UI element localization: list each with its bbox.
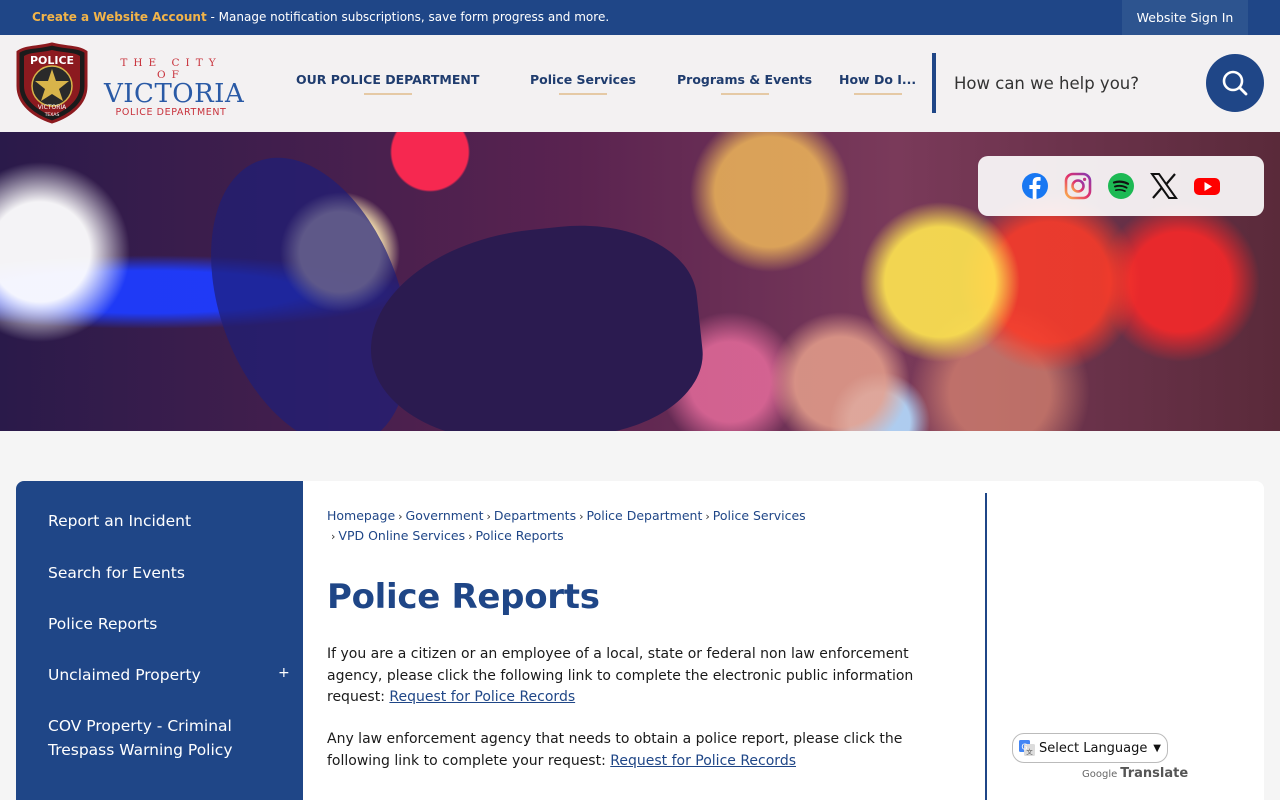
site-header: POLICE VICTORIA TEXAS THE CITY OF VICTOR… xyxy=(0,35,1280,132)
city-logo-line1: THE CITY OF xyxy=(120,57,222,81)
breadcrumb-separator-icon: › xyxy=(486,510,491,523)
sidebar-item-unclaimed-property[interactable]: Unclaimed Property xyxy=(48,663,278,687)
breadcrumb-government[interactable]: Government xyxy=(406,508,484,523)
sidebar-item-police-reports[interactable]: Police Reports xyxy=(48,612,278,636)
spotify-icon[interactable] xyxy=(1107,172,1135,200)
nav-police-services[interactable]: Police Services xyxy=(530,72,636,95)
breadcrumb: Homepage › Government › Departments › Police D… xyxy=(327,506,887,546)
breadcrumb-separator-icon: › xyxy=(705,510,710,523)
nav-how-do-i[interactable]: How Do I... xyxy=(839,72,916,95)
powered-by-google: Google Translate xyxy=(1082,766,1188,781)
expand-unclaimed-property-icon[interactable]: + xyxy=(278,665,290,681)
breadcrumb-vpd-online-services[interactable]: VPD Online Services xyxy=(338,528,465,543)
sidebar-item-search-events[interactable]: Search for Events xyxy=(48,561,278,585)
account-message-text: - Manage notification subscriptions, sav… xyxy=(206,10,610,24)
breadcrumb-current-page[interactable]: Police Reports xyxy=(476,528,564,543)
nav-programs-events[interactable]: Programs & Events xyxy=(677,72,812,95)
social-links xyxy=(978,156,1264,216)
svg-text:文: 文 xyxy=(1026,747,1033,756)
request-police-records-link-1[interactable]: Request for Police Records xyxy=(389,689,575,705)
badge-city-text: VICTORIA xyxy=(38,104,67,111)
citizen-request-paragraph: If you are a citizen or an employee of a… xyxy=(327,644,927,709)
breadcrumb-separator-icon: › xyxy=(579,510,584,523)
sidebar-item-trespass-policy[interactable]: COV Property - Criminal Trespass Warning… xyxy=(48,714,278,762)
agency-request-paragraph: Any law enforcement agency that needs to… xyxy=(327,729,927,772)
search-button[interactable] xyxy=(1206,54,1264,112)
city-logo-name: VICTORIA xyxy=(104,79,245,109)
hero-banner xyxy=(0,132,1280,431)
youtube-icon[interactable] xyxy=(1193,172,1221,200)
breadcrumb-homepage[interactable]: Homepage xyxy=(327,508,395,523)
breadcrumb-separator-icon: › xyxy=(468,530,473,543)
breadcrumb-separator-icon: › xyxy=(331,530,336,543)
breadcrumb-departments[interactable]: Departments xyxy=(494,508,576,523)
x-icon[interactable] xyxy=(1150,172,1178,200)
language-select[interactable]: G 文 Select Language ▼ xyxy=(1012,733,1168,763)
chevron-down-icon: ▼ xyxy=(1153,742,1161,754)
page-title: Police Reports xyxy=(327,577,600,617)
breadcrumb-police-services[interactable]: Police Services xyxy=(713,508,806,523)
city-logo-dept: POLICE DEPARTMENT xyxy=(115,107,227,118)
badge-state-text: TEXAS xyxy=(44,112,60,118)
sidebar-item-report-incident[interactable]: Report an Incident xyxy=(48,509,278,533)
content-divider xyxy=(985,493,987,800)
badge-police-text: POLICE xyxy=(30,54,74,67)
facebook-icon[interactable] xyxy=(1021,172,1049,200)
breadcrumb-separator-icon: › xyxy=(398,510,403,523)
sign-in-button[interactable]: Website Sign In xyxy=(1122,0,1248,35)
search-divider xyxy=(932,53,936,113)
search-icon xyxy=(1222,70,1248,96)
account-message: Create a Website Account - Manage notifi… xyxy=(32,10,609,24)
request-police-records-link-2[interactable]: Request for Police Records xyxy=(610,753,796,769)
search-input[interactable] xyxy=(944,63,1194,103)
sidebar-nav: Report an Incident Search for Events Pol… xyxy=(16,481,303,800)
instagram-icon[interactable] xyxy=(1064,172,1092,200)
hero-mirror-shape xyxy=(359,213,711,431)
police-badge-logo[interactable]: POLICE VICTORIA TEXAS xyxy=(16,42,88,124)
create-account-link[interactable]: Create a Website Account xyxy=(32,10,207,24)
language-select-label: Select Language xyxy=(1039,740,1148,756)
google-label: Google xyxy=(1082,769,1118,780)
google-translate-icon: G 文 xyxy=(1019,740,1035,756)
translate-link[interactable]: Translate xyxy=(1120,766,1188,781)
city-logo[interactable]: THE CITY OF VICTORIA POLICE DEPARTMENT xyxy=(104,57,245,118)
top-bar: Create a Website Account - Manage notifi… xyxy=(0,0,1280,35)
breadcrumb-police-department[interactable]: Police Department xyxy=(586,508,702,523)
nav-our-police-department[interactable]: OUR POLICE DEPARTMENT xyxy=(296,72,479,95)
